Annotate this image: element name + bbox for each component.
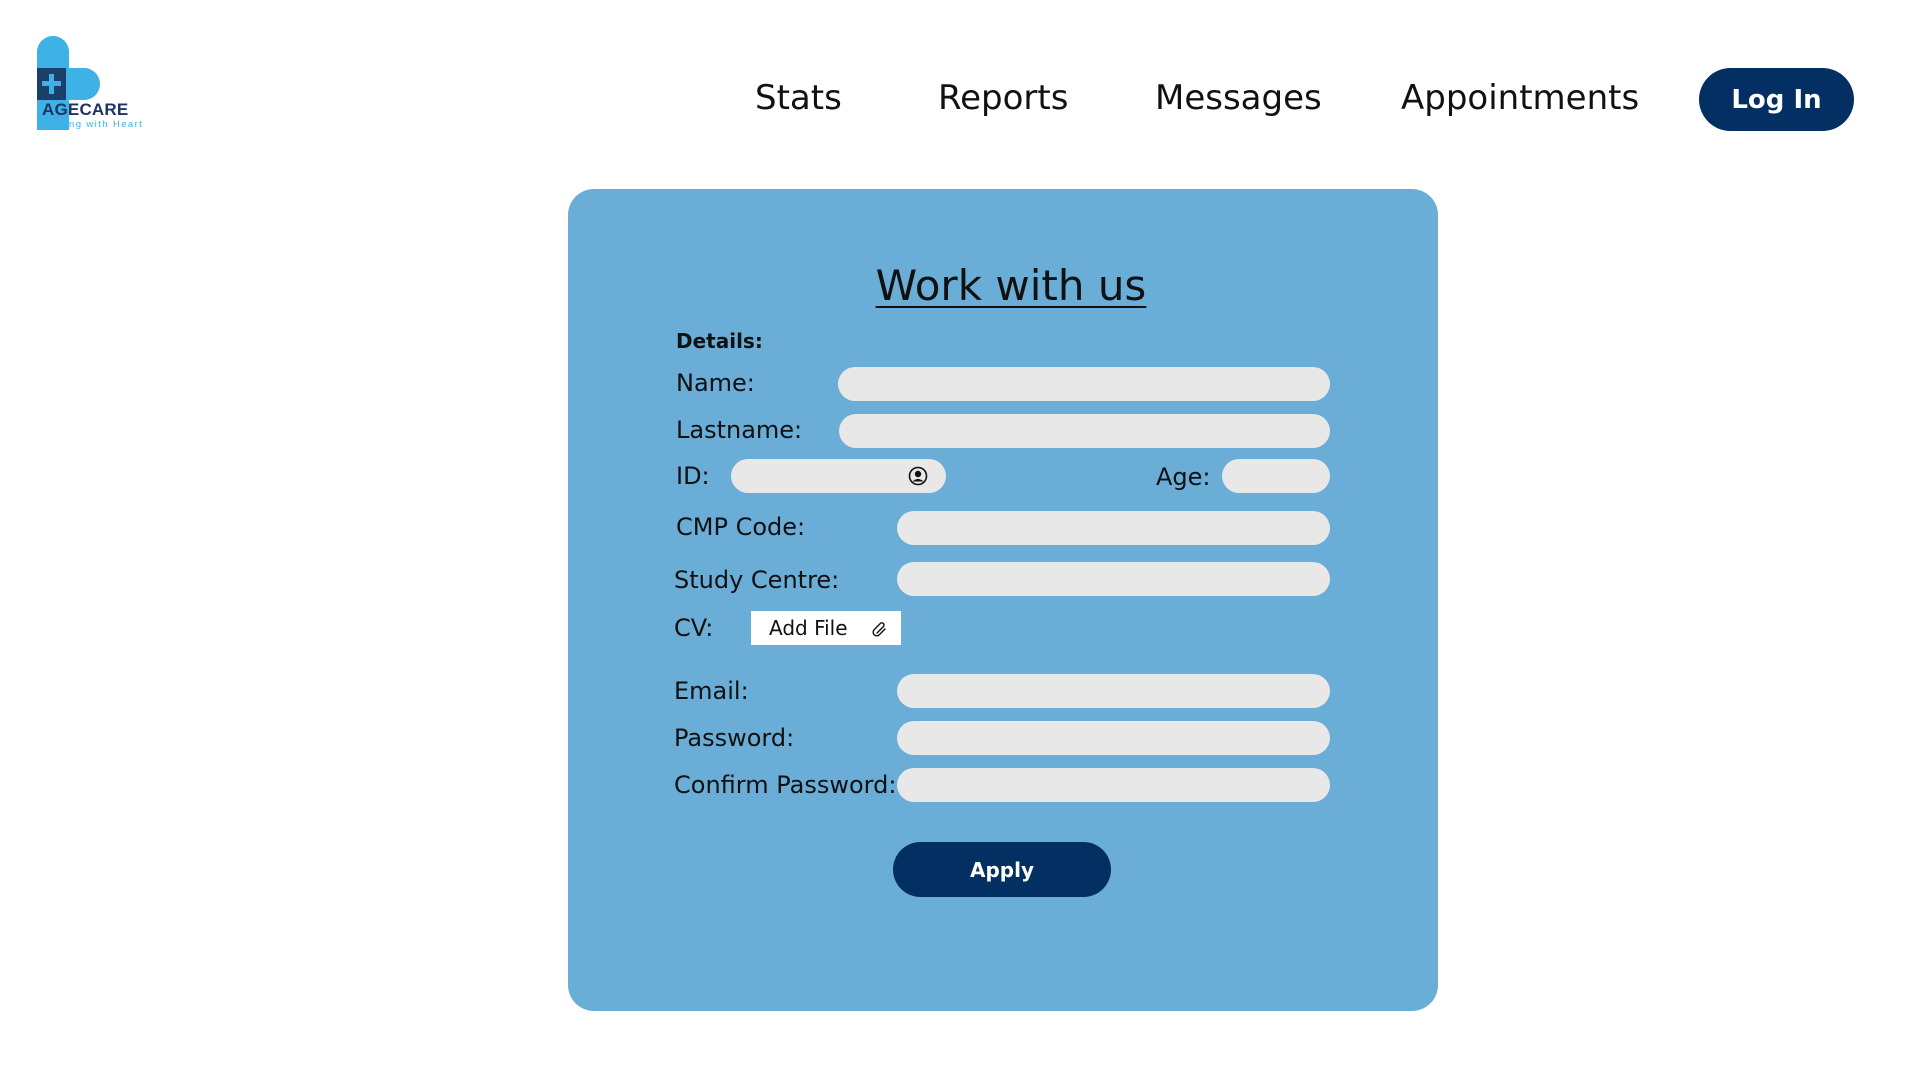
name-label: Name: <box>676 369 755 397</box>
nav-link-stats[interactable]: Stats <box>755 78 842 118</box>
paperclip-icon <box>872 622 886 637</box>
age-input[interactable] <box>1222 459 1330 493</box>
cmp-code-input[interactable] <box>897 511 1330 545</box>
confirm-password-label: Confirm Password: <box>674 771 897 799</box>
application-form-card: Work with us Details: Name: Lastname: ID… <box>568 189 1438 1011</box>
nav-link-appointments[interactable]: Appointments <box>1401 78 1639 118</box>
brand-logo[interactable]: AGECARE Caring with Heart <box>36 36 166 134</box>
age-label: Age: <box>1156 463 1211 491</box>
email-label: Email: <box>674 677 749 705</box>
apply-button[interactable]: Apply <box>893 842 1111 897</box>
cv-label: CV: <box>674 614 714 642</box>
user-icon <box>908 466 928 486</box>
id-field[interactable] <box>731 459 946 493</box>
brand-tagline: Caring with Heart <box>46 119 144 130</box>
password-label: Password: <box>674 724 795 752</box>
details-section-label: Details: <box>676 329 763 353</box>
nav-link-messages[interactable]: Messages <box>1155 78 1322 118</box>
nav-link-reports[interactable]: Reports <box>938 78 1068 118</box>
add-file-button[interactable]: Add File <box>751 611 901 645</box>
id-label: ID: <box>676 462 710 490</box>
add-file-label: Add File <box>769 616 848 640</box>
lastname-label: Lastname: <box>676 416 803 444</box>
name-input[interactable] <box>838 367 1330 401</box>
study-centre-label: Study Centre: <box>674 566 840 594</box>
login-button[interactable]: Log In <box>1699 68 1854 131</box>
form-title: Work with us <box>875 261 1147 310</box>
page: AGECARE Caring with Heart Stats Reports … <box>0 0 1920 1080</box>
id-input[interactable] <box>731 459 933 493</box>
cmp-code-label: CMP Code: <box>676 513 806 541</box>
lastname-input[interactable] <box>839 414 1330 448</box>
password-input[interactable] <box>897 721 1330 755</box>
brand-name: AGECARE <box>42 100 129 119</box>
email-input[interactable] <box>897 674 1330 708</box>
confirm-password-input[interactable] <box>897 768 1330 802</box>
study-centre-input[interactable] <box>897 562 1330 596</box>
